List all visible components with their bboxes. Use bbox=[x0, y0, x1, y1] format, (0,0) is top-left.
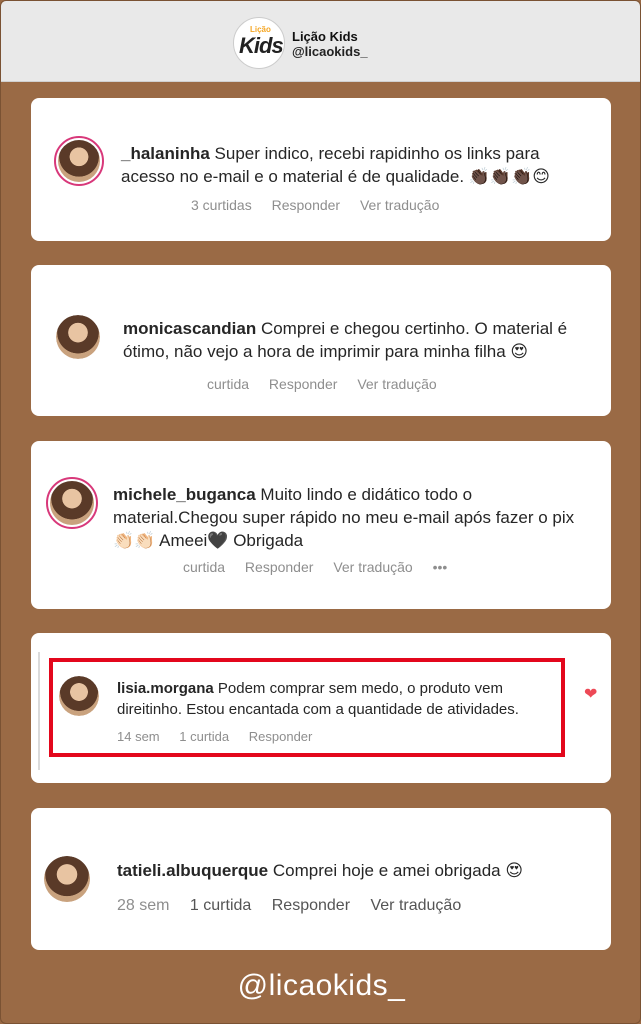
reply-link[interactable]: Responder bbox=[269, 376, 338, 392]
avatar[interactable] bbox=[56, 315, 100, 359]
comment-time: 28 sem bbox=[117, 897, 170, 914]
likes-count[interactable]: 3 curtidas bbox=[191, 197, 252, 213]
logo-big-text: Kids bbox=[239, 33, 284, 58]
reply-thread-line bbox=[38, 652, 40, 770]
translate-link[interactable]: Ver tradução bbox=[333, 559, 412, 575]
screenshot-frame: Lição Kids Lição Kids @licaokids_ _halan… bbox=[0, 0, 641, 1024]
reply-link[interactable]: Responder bbox=[245, 559, 314, 575]
avatar[interactable] bbox=[44, 856, 90, 902]
comment-meta: curtida Responder Ver tradução bbox=[207, 376, 453, 392]
brand-logo[interactable]: Lição Kids bbox=[233, 17, 285, 69]
footer-handle: @licaokids_ bbox=[237, 969, 406, 1002]
likes-count[interactable]: curtida bbox=[183, 559, 225, 575]
highlight-box bbox=[49, 658, 565, 757]
reply-link[interactable]: Responder bbox=[272, 897, 350, 914]
translate-link[interactable]: Ver tradução bbox=[357, 376, 436, 392]
brand-handle[interactable]: @licaokids_ bbox=[292, 44, 368, 59]
brand-name[interactable]: Lição Kids bbox=[292, 29, 358, 44]
comment-card: _halaninha Super indico, recebi rapidinh… bbox=[31, 98, 611, 241]
reply-link[interactable]: Responder bbox=[272, 197, 341, 213]
comment-username[interactable]: tatieli.albuquerque bbox=[117, 861, 268, 880]
heart-icon[interactable]: ❤ bbox=[584, 684, 597, 704]
comment-card: michele_buganca Muito lindo e didático t… bbox=[31, 441, 611, 609]
profile-header: Lição Kids Lição Kids @licaokids_ bbox=[1, 1, 640, 82]
more-options-icon[interactable]: ••• bbox=[433, 559, 448, 575]
likes-count[interactable]: curtida bbox=[207, 376, 249, 392]
avatar[interactable] bbox=[54, 136, 104, 186]
comment-meta: curtida Responder Ver tradução ••• bbox=[183, 559, 463, 575]
translate-link[interactable]: Ver tradução bbox=[360, 197, 439, 213]
comment-meta: 3 curtidas Responder Ver tradução bbox=[191, 197, 455, 213]
comment-username[interactable]: _halaninha bbox=[121, 144, 210, 163]
comment-card: tatieli.albuquerque Comprei hoje e amei … bbox=[31, 808, 611, 950]
comment-text: michele_buganca Muito lindo e didático t… bbox=[113, 483, 593, 552]
comment-meta: 28 sem 1 curtida Responder Ver tradução bbox=[117, 897, 477, 915]
translate-link[interactable]: Ver tradução bbox=[370, 897, 461, 914]
comment-text: tatieli.albuquerque Comprei hoje e amei … bbox=[117, 859, 597, 882]
avatar[interactable] bbox=[46, 477, 98, 529]
comment-card: monicascandian Comprei e chegou certinho… bbox=[31, 265, 611, 416]
comment-text: monicascandian Comprei e chegou certinho… bbox=[123, 317, 593, 363]
comment-body: Comprei hoje e amei obrigada 😍 bbox=[272, 861, 524, 880]
comment-username[interactable]: monicascandian bbox=[123, 319, 256, 338]
likes-count[interactable]: 1 curtida bbox=[190, 897, 251, 914]
comment-text: _halaninha Super indico, recebi rapidinh… bbox=[121, 142, 596, 188]
comment-username[interactable]: michele_buganca bbox=[113, 485, 256, 504]
